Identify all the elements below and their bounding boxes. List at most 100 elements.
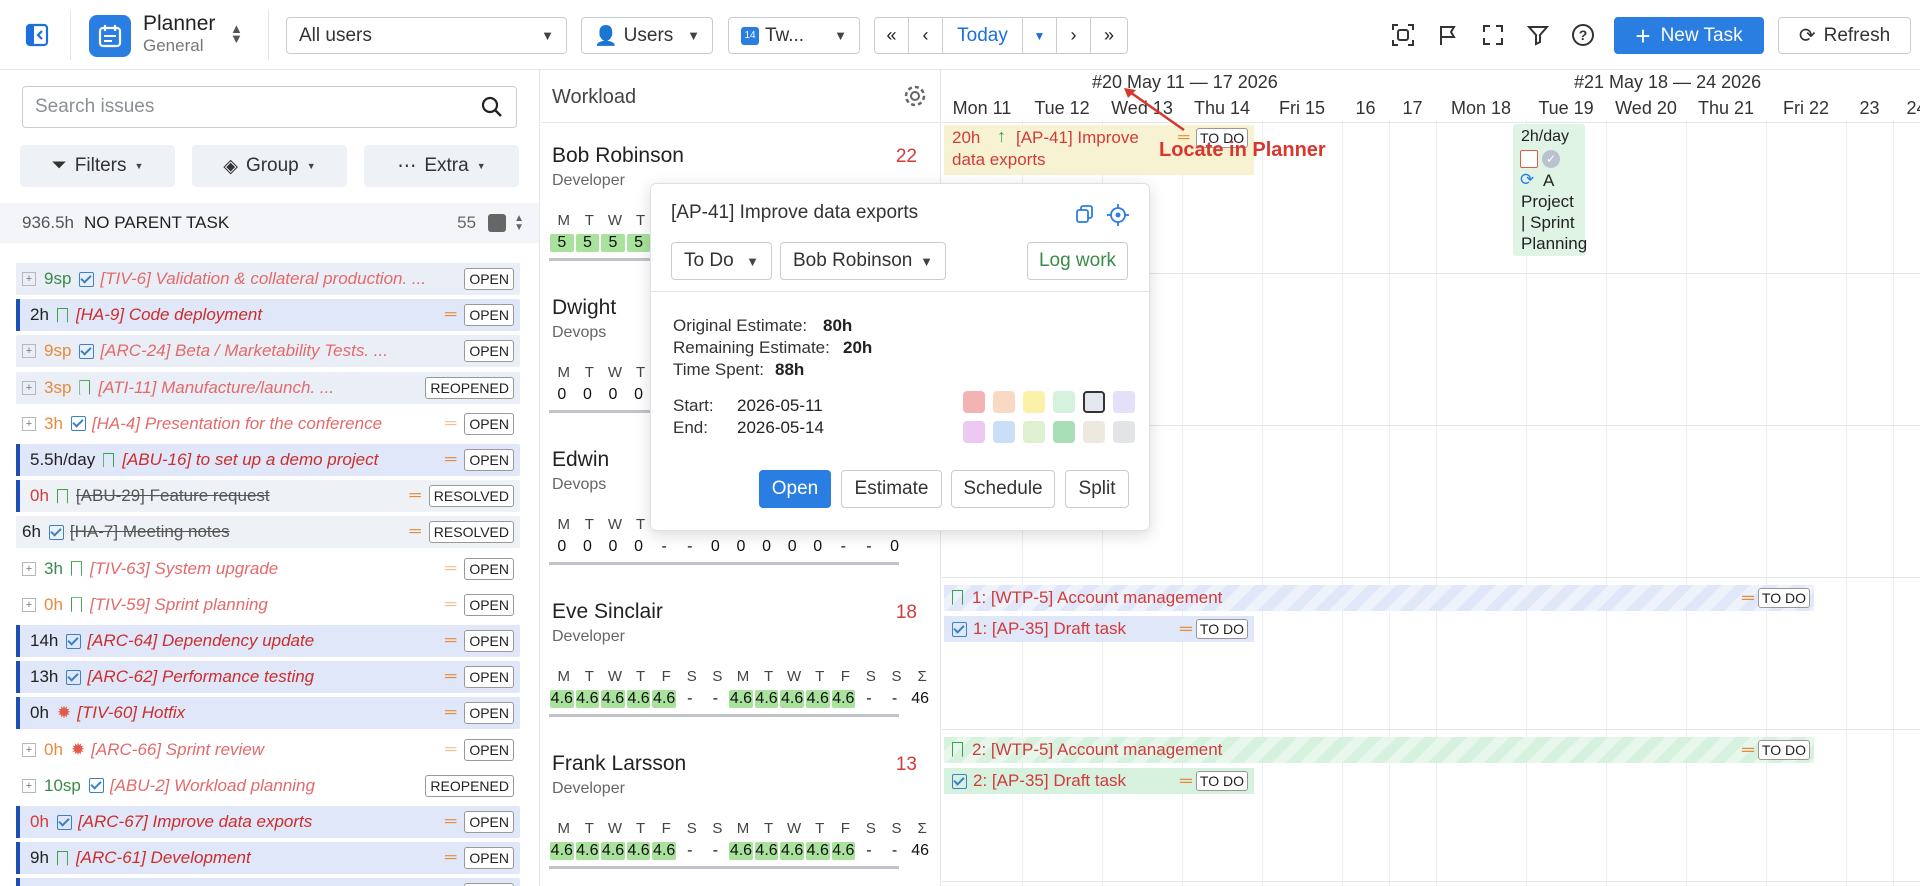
color-swatch[interactable] <box>993 391 1015 413</box>
expand-icon[interactable]: + <box>22 380 36 395</box>
color-swatch[interactable] <box>993 421 1015 443</box>
gantt-task-ap35-frank[interactable]: 2: [AP-35] Draft task ═ TO DO <box>944 768 1254 794</box>
issue-row[interactable]: +3h [HA-4] Presentation for the conferenc… <box>16 407 520 440</box>
issue-title[interactable]: [ABU-29] Feature request <box>76 486 410 506</box>
color-swatch[interactable] <box>1023 391 1045 413</box>
issue-title[interactable]: [ARC-61] Development <box>76 848 445 868</box>
expand-icon[interactable]: + <box>22 742 36 757</box>
issue-title[interactable]: [ARC-66] Sprint review <box>91 740 445 760</box>
issue-row[interactable]: 5.5h/day [ABU-16] to set up a demo projec… <box>16 444 520 476</box>
previous-icon[interactable]: ‹ <box>909 18 943 53</box>
search-input[interactable]: Search issues <box>22 86 517 128</box>
open-button[interactable]: Open <box>759 470 831 508</box>
expand-icon[interactable]: + <box>22 272 36 286</box>
issue-title[interactable]: [HA-7] Meeting notes <box>70 522 410 542</box>
gantt-task-wtp5-eve[interactable]: 1: [WTP-5] Account management ═ TO DO <box>944 585 1814 611</box>
color-swatch[interactable] <box>1083 421 1105 443</box>
issue-title[interactable]: [ARC-64] Dependency update <box>87 631 445 651</box>
color-swatch[interactable] <box>963 421 985 443</box>
locate-in-planner-label[interactable]: Locate in Planner <box>1159 139 1326 162</box>
extra-button[interactable]: ⋯ Extra ▼ <box>364 145 519 187</box>
refresh-button[interactable]: ⟳ Refresh <box>1778 17 1911 54</box>
gear-icon[interactable] <box>901 82 929 115</box>
issue-row[interactable]: +0h ✹ [ARC-66] Sprint review ═ OPEN <box>16 733 520 766</box>
filters-button[interactable]: ⏷ Filters ▼ <box>20 145 175 187</box>
issue-row[interactable]: 13h [ARC-62] Performance testing ═ OPEN <box>16 661 520 694</box>
expand-icon[interactable]: + <box>22 561 36 576</box>
gantt-task-wtp5-frank[interactable]: 2: [WTP-5] Account management ═ TO DO <box>944 737 1814 763</box>
group-by-select[interactable]: 👤 Users ▼ <box>581 17 713 54</box>
color-swatch[interactable] <box>1113 391 1135 413</box>
bookmark-icon <box>103 452 115 468</box>
sort-icon[interactable]: ▲ ▼ <box>514 214 524 233</box>
issue-row[interactable]: +9sp [TIV-6] Validation & collateral prod… <box>16 263 520 295</box>
issue-title[interactable]: [HA-4] Presentation for the conference <box>92 414 445 434</box>
issue-row[interactable]: 0h ✹ [TIV-60] Hotfix ═ OPEN <box>16 697 520 730</box>
today-dropdown-icon[interactable]: ▼ <box>1023 18 1057 53</box>
jump-forward-icon[interactable]: » <box>1091 18 1127 53</box>
issue-title[interactable]: [ARC-62] Performance testing <box>87 667 445 687</box>
issue-row[interactable]: +3sp [ATI-11] Manufacture/launch. ... REOP… <box>16 371 520 404</box>
gantt-task-sprint-planning[interactable]: 2h/day ✓ ⟳ A Project | Sprint Planning <box>1513 124 1587 256</box>
issue-title[interactable]: [ATI-11] Manufacture/launch. ... <box>98 378 425 398</box>
split-button[interactable]: Split <box>1065 470 1129 508</box>
issue-title[interactable]: [TIV-60] Hotfix <box>77 703 445 723</box>
fullscreen-icon[interactable] <box>1476 18 1510 52</box>
color-swatch[interactable] <box>1023 421 1045 443</box>
issue-row[interactable]: 6h [HA-7] Meeting notes ═ RESOLVED <box>16 516 520 549</box>
expand-icon[interactable]: + <box>22 778 36 793</box>
issue-row[interactable]: +3h [TIV-63] System upgrade ═ OPEN <box>16 552 520 585</box>
expand-icon[interactable]: + <box>22 416 36 431</box>
range-select[interactable]: 14 Tw... ▼ <box>728 17 860 54</box>
expand-icon[interactable]: + <box>22 344 36 359</box>
log-work-button[interactable]: Log work <box>1027 242 1128 280</box>
schedule-button[interactable]: Schedule <box>951 470 1055 508</box>
person-row[interactable]: Eve Sinclair Developer 18 M T W T F S S M T W T F S S Σ 4.… <box>541 578 941 730</box>
issue-title[interactable]: [ABU-16] to set up a demo project <box>122 450 445 470</box>
project-switch-icon[interactable]: ▲ ▼ <box>230 22 243 45</box>
filter-icon[interactable] <box>1521 18 1555 52</box>
issue-row[interactable]: 14h [ARC-64] Dependency update ═ OPEN <box>16 625 520 657</box>
issue-row[interactable]: +0h [TIV-59] Sprint planning ═ OPEN <box>16 588 520 621</box>
today-button[interactable]: Today <box>943 18 1023 53</box>
group-button[interactable]: ◈ Group ▼ <box>192 145 347 187</box>
issue-row[interactable]: 0h [ARC-67] Improve data exports ═ OPEN <box>16 806 520 838</box>
copy-icon[interactable] <box>1075 204 1095 229</box>
assignee-select[interactable]: Bob Robinson ▼ <box>780 242 946 280</box>
screenshot-icon[interactable] <box>1386 18 1420 52</box>
group-header[interactable]: 936.5h NO PARENT TASK 55 ▲ ▼ <box>0 203 539 243</box>
checkbox-icon[interactable] <box>488 214 507 232</box>
sidebar-toggle-icon[interactable] <box>20 18 54 52</box>
flag-icon[interactable] <box>1431 18 1465 52</box>
issue-row[interactable]: +9sp [ARC-24] Beta / Marketability Tests.… <box>16 335 520 368</box>
expand-icon[interactable]: + <box>22 597 36 612</box>
color-swatch[interactable] <box>1053 391 1075 413</box>
issue-title[interactable]: [TIV-59] Sprint planning <box>90 595 445 615</box>
users-filter-select[interactable]: All users ▼ <box>286 17 567 54</box>
status-select[interactable]: To Do ▼ <box>671 242 772 280</box>
issue-row[interactable]: 0h[TIV-71] Task dependencies═OPEN <box>16 878 520 886</box>
issue-row[interactable]: 2h [HA-9] Code deployment ═ OPEN <box>16 299 520 332</box>
color-swatch[interactable] <box>1113 421 1135 443</box>
task-check-icon <box>70 416 86 432</box>
help-icon[interactable]: ? <box>1566 18 1600 52</box>
color-swatch[interactable] <box>963 391 985 413</box>
locate-icon[interactable] <box>1107 204 1129 231</box>
issue-row[interactable]: +10sp [ABU-2] Workload planning REOPENED <box>16 769 520 802</box>
issue-title[interactable]: [HA-9] Code deployment <box>76 305 445 325</box>
issue-title[interactable]: [ARC-24] Beta / Marketability Tests. ... <box>100 341 464 361</box>
issue-row[interactable]: 0h [ABU-29] Feature request ═ RESOLVED <box>16 480 520 513</box>
new-task-button[interactable]: + New Task <box>1614 17 1764 54</box>
issue-row[interactable]: 9h [ARC-61] Development ═ OPEN <box>16 842 520 875</box>
issue-title[interactable]: [TIV-63] System upgrade <box>90 559 445 579</box>
estimate-button[interactable]: Estimate <box>841 470 942 508</box>
issue-title[interactable]: [TIV-6] Validation & collateral producti… <box>100 269 464 289</box>
issue-title[interactable]: [ARC-67] Improve data exports <box>78 812 445 832</box>
gantt-task-ap35-eve[interactable]: 1: [AP-35] Draft task ═ TO DO <box>944 616 1254 642</box>
jump-back-icon[interactable]: « <box>875 18 909 53</box>
color-swatch[interactable] <box>1083 391 1105 413</box>
next-icon[interactable]: › <box>1057 18 1091 53</box>
person-row[interactable]: Frank Larsson Developer 13 M T W T F S S M T W T F S S Σ 4… <box>541 730 941 882</box>
color-swatch[interactable] <box>1053 421 1075 443</box>
issue-title[interactable]: [ABU-2] Workload planning <box>110 776 426 796</box>
